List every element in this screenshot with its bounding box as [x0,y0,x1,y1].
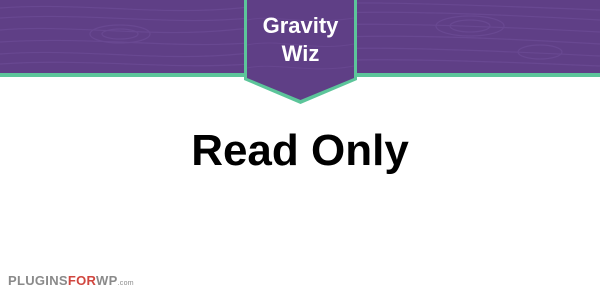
badge-text: Gravity Wiz [244,12,357,68]
gravity-wiz-badge: Gravity Wiz [244,0,357,104]
watermark-part-1: PLUGINS [8,273,68,288]
watermark-part-2: FOR [67,273,96,288]
badge-line-1: Gravity [262,13,339,38]
page-title: Read Only [191,126,409,175]
watermark-part-3: WP [96,273,118,288]
pluginsforwp-watermark: PLUGINSFORWP.com [8,272,134,290]
watermark-part-4: .com [117,280,134,287]
badge-line-2: Wiz [281,41,320,66]
